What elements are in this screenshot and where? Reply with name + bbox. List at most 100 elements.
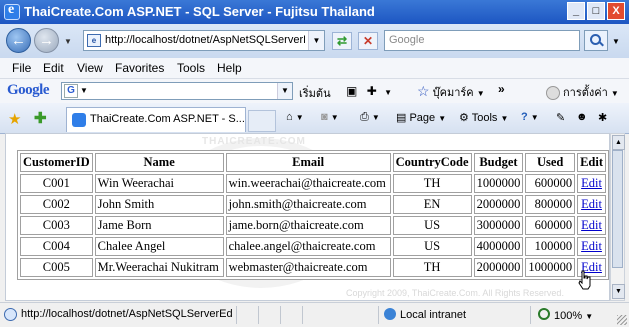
history-dropdown-icon[interactable]: ▼ [64,37,72,46]
cell-name: Win Weerachai [94,174,224,193]
bookmark-star-icon: ☆ [417,83,430,99]
stop-button[interactable]: ✕ [358,32,378,50]
dropdown-icon[interactable]: ▼ [384,88,392,97]
cell-email: webmaster@thaicreate.com [225,258,391,277]
close-button[interactable]: X [607,2,625,20]
edit-link[interactable]: Edit [581,176,602,190]
more-chevron[interactable]: » [498,82,505,96]
search-input[interactable]: Google [389,34,424,46]
scroll-down-icon[interactable]: ▼ [612,284,625,299]
menu-file[interactable]: File [12,61,31,75]
google-options-dropdown-icon[interactable]: ▼ [80,86,88,95]
feeds-button[interactable]: ◙ ▼ [321,111,339,123]
bookmarks-label: บุ๊คมาร์ค [432,87,474,99]
google-g-icon: G [64,84,78,98]
menu-favorites[interactable]: Favorites [115,61,164,75]
menu-tools[interactable]: Tools [177,61,205,75]
google-settings-button[interactable]: การตั้งค่า ▼ [546,83,619,101]
stop-icon: ✕ [362,34,374,48]
status-divider [258,306,259,324]
refresh-button[interactable]: ⇄ [332,32,352,50]
address-dropdown-icon[interactable]: ▼ [308,31,324,50]
scroll-thumb[interactable] [612,150,623,268]
google-history-dropdown-icon[interactable]: ▼ [277,83,292,99]
status-page-icon [4,308,17,321]
help-dropdown-icon: ▼ [530,113,539,122]
status-divider [302,306,303,324]
cell-name: Jame Born [94,216,224,235]
hand-cursor-icon [578,270,591,290]
print-button[interactable]: ⎙ ▼ [360,111,380,124]
address-input[interactable]: http://localhost/dotnet/AspNetSQLServerE [105,34,305,46]
status-divider [378,306,379,324]
active-tab[interactable]: ThaiCreate.Com ASP.NET - S... [66,107,246,132]
research-icon[interactable]: ✎ [556,111,565,124]
cell-budget: 2000000 [473,195,524,214]
page-menu-button[interactable]: ▤ Page ▼ [396,111,446,124]
tools-menu-button[interactable]: ⚙ Tools ▼ [459,111,508,124]
vertical-scrollbar[interactable]: ▲ ▼ [610,133,625,301]
image-icon[interactable]: ▣ [346,84,357,98]
zone-label: Local intranet [400,309,467,321]
table-row: C001 Win Weerachai win.weerachai@thaicre… [20,174,606,193]
google-start-button[interactable]: เริ่มต้น [299,84,331,102]
settings-label: การตั้งค่า [563,87,608,99]
cell-edit: Edit [577,174,606,193]
add-favorites-icon[interactable]: ✚ [34,109,47,127]
status-bar: http://localhost/dotnet/AspNetSQLServerE… [0,302,629,327]
puzzle-icon[interactable]: ✚ [367,84,377,98]
status-divider [236,306,237,324]
cell-countrycode: TH [392,258,472,277]
cell-email: win.weerachai@thaicreate.com [225,174,391,193]
address-bar[interactable]: e http://localhost/dotnet/AspNetSQLServe… [83,30,325,51]
help-button[interactable]: ? ▼ [521,111,539,123]
search-icon[interactable] [584,30,608,51]
google-bookmarks-button[interactable]: ☆ บุ๊คมาร์ค ▼ [417,83,485,101]
window-controls: _ □ X [567,2,625,20]
cell-edit: Edit [577,195,606,214]
cell-email: chalee.angel@thaicreate.com [225,237,391,256]
minimize-button[interactable]: _ [567,2,585,20]
rss-icon: ◙ [321,111,328,123]
settings-dropdown-icon: ▼ [610,89,619,98]
menu-edit[interactable]: Edit [43,61,64,75]
table-row: C005 Mr.Weerachai Nukitram webmaster@tha… [20,258,606,277]
edit-link[interactable]: Edit [581,197,602,211]
new-tab-button[interactable] [248,110,276,132]
search-dropdown-icon[interactable]: ▼ [612,37,620,46]
edit-link[interactable]: Edit [581,218,602,232]
security-zone[interactable]: Local intranet [384,308,466,321]
menu-help[interactable]: Help [217,61,242,75]
menu-bar: File Edit View Favorites Tools Help [0,58,629,79]
gear-icon: ⚙ [459,112,469,124]
print-dropdown-icon: ▼ [371,113,380,122]
edit-link[interactable]: Edit [581,239,602,253]
home-dropdown-icon: ▼ [295,113,304,122]
search-box[interactable]: Google [384,30,580,51]
google-search-box[interactable]: G ▼ ▼ [61,82,293,100]
google-logo-text: Google [7,82,50,98]
page-icon: ▤ [396,112,407,124]
tab-bar: ★ ✚ ThaiCreate.Com ASP.NET - S... ⌂ ▼ ◙ … [0,103,629,134]
messenger-icon[interactable]: ☻ [576,111,588,123]
translate-icon[interactable]: ✱ [598,111,607,124]
menu-view[interactable]: View [77,61,103,75]
header-budget: Budget [473,153,524,172]
zoom-control[interactable]: 100% ▼ [538,308,593,322]
scroll-up-icon[interactable]: ▲ [612,135,625,150]
cell-name: Mr.Weerachai Nukitram [94,258,224,277]
back-button[interactable]: ← [6,28,31,53]
header-countrycode: CountryCode [392,153,472,172]
tools-label: Tools [471,112,498,124]
status-divider [530,306,531,324]
cell-used: 100000 [525,237,576,256]
home-button[interactable]: ⌂ ▼ [286,111,304,123]
cell-edit: Edit [577,237,606,256]
maximize-button[interactable]: □ [587,2,605,20]
resize-grip[interactable] [617,315,627,325]
forward-button[interactable]: → [34,28,59,53]
google-tools-icons[interactable]: ▣ ✚ ▼ [346,84,392,98]
cell-customerid: C004 [20,237,93,256]
favorites-star-icon[interactable]: ★ [8,110,21,128]
feeds-dropdown-icon: ▼ [330,113,339,122]
